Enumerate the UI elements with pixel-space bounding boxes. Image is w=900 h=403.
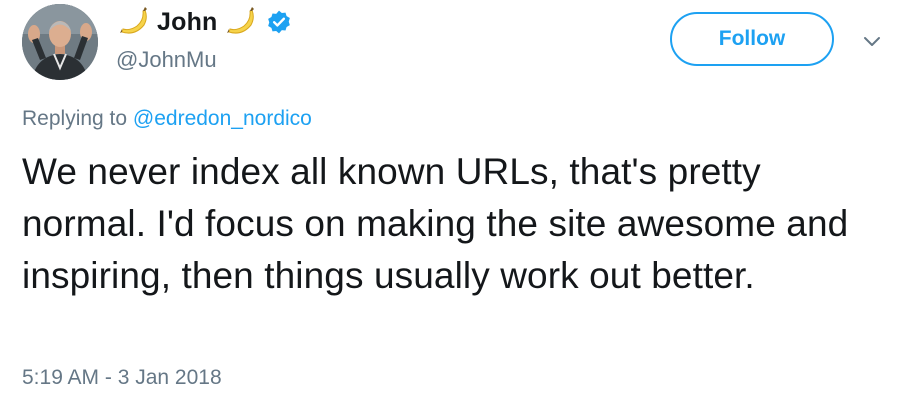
author-display-name[interactable]: John: [157, 8, 218, 37]
reply-prefix: Replying to: [22, 107, 128, 130]
tweet-text: We never index all known URLs, that's pr…: [22, 151, 849, 296]
chevron-down-icon: [864, 37, 880, 46]
banana-icon: [117, 5, 151, 39]
profile-photo-image: [22, 4, 98, 80]
author-handle[interactable]: @JohnMu: [116, 47, 217, 73]
follow-button[interactable]: Follow: [670, 12, 834, 66]
tweet-card: John @JohnMu Follow Replying to @edredon…: [0, 0, 900, 403]
verified-badge-icon: [266, 9, 292, 35]
avatar[interactable]: [22, 4, 98, 80]
author-name-row[interactable]: John: [117, 4, 292, 40]
tweet-timestamp[interactable]: 5:19 AM - 3 Jan 2018: [22, 366, 222, 390]
banana-icon: [224, 5, 258, 39]
reply-context: Replying to @edredon_nordico: [22, 107, 312, 131]
reply-mention-link[interactable]: @edredon_nordico: [133, 107, 312, 130]
more-options-button[interactable]: [858, 28, 886, 56]
